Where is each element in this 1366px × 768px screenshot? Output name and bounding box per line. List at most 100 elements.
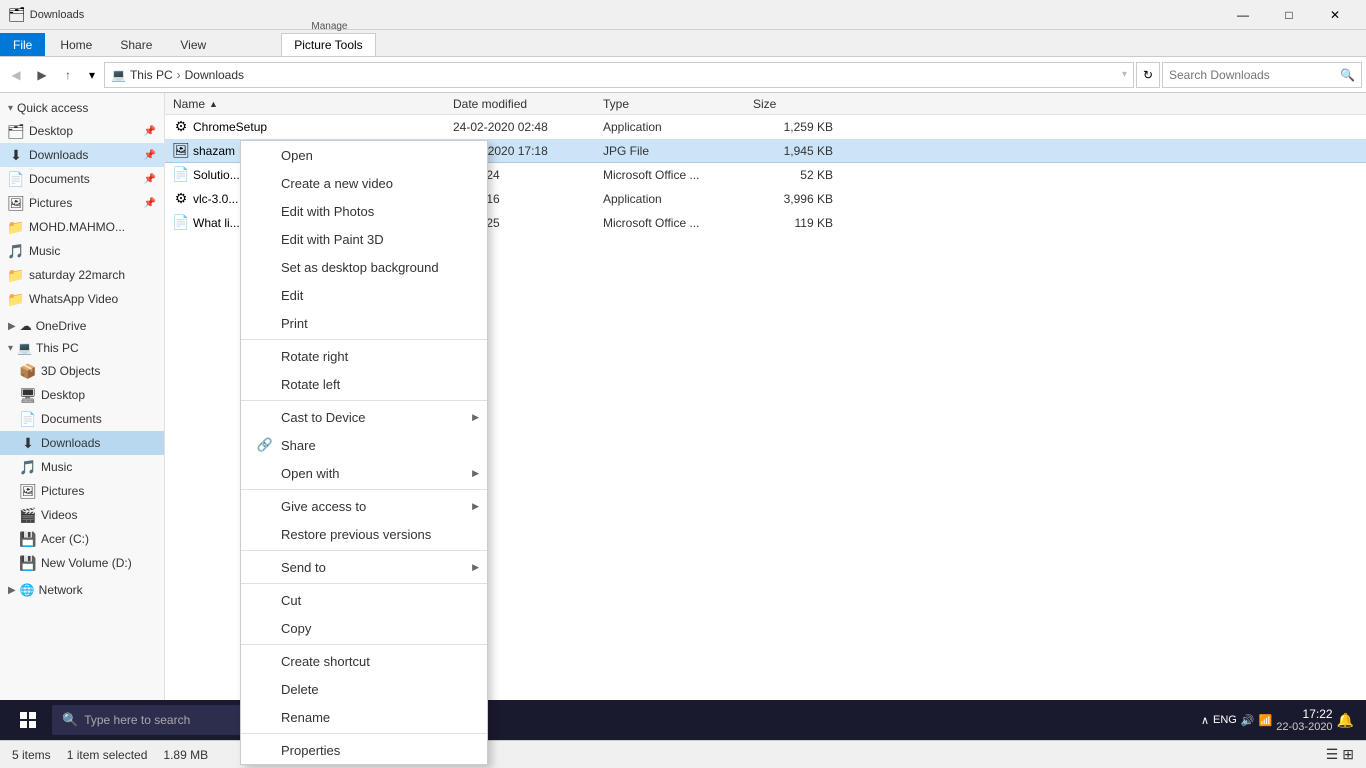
ctx-delete[interactable]: Delete	[241, 675, 487, 703]
quick-access-header[interactable]: ▾ Quick access	[0, 97, 164, 119]
tab-picture-tools[interactable]: Picture Tools	[281, 33, 375, 56]
col-type-header[interactable]: Type	[603, 97, 753, 111]
path-dropdown-arrow[interactable]: ▾	[1122, 69, 1127, 80]
sidebar-item-whatsapp[interactable]: 📁 WhatsApp Video	[0, 287, 164, 311]
ctx-cut[interactable]: Cut	[241, 586, 487, 614]
mohd-icon: 📁	[8, 219, 24, 235]
sidebar-item-saturday[interactable]: 📁 saturday 22march	[0, 263, 164, 287]
sidebar-item-downloads-quick[interactable]: ⬇ Downloads 📌	[0, 143, 164, 167]
ctx-print[interactable]: Print	[241, 309, 487, 337]
col-name-header[interactable]: Name ▲	[173, 97, 453, 111]
ctx-give-access[interactable]: Give access to	[241, 492, 487, 520]
3dobjects-icon: 📦	[20, 363, 36, 379]
sidebar-item-downloads-pc[interactable]: ⬇ Downloads	[0, 431, 164, 455]
ctx-set-desktop-icon	[257, 259, 273, 275]
sidebar-item-music[interactable]: 🎵 Music	[0, 239, 164, 263]
ctx-edit-paint[interactable]: Edit with Paint 3D	[241, 225, 487, 253]
ctx-share[interactable]: 🔗 Share	[241, 431, 487, 459]
ctx-restore-versions[interactable]: Restore previous versions	[241, 520, 487, 548]
documents-quick-icon: 📄	[8, 171, 24, 187]
desktop-quick-icon: 🗂	[8, 123, 24, 139]
thispc-label: This PC	[36, 341, 79, 355]
taskbar-search[interactable]: 🔍 Type here to search	[52, 705, 272, 735]
onedrive-header[interactable]: ▶ ☁ OneDrive	[0, 315, 164, 337]
path-downloads[interactable]: Downloads	[185, 68, 244, 82]
close-button[interactable]: ✕	[1312, 0, 1358, 30]
ctx-properties[interactable]: Properties	[241, 736, 487, 764]
tab-share[interactable]: Share	[107, 33, 165, 56]
ctx-copy-icon	[257, 620, 273, 636]
maximize-button[interactable]: □	[1266, 0, 1312, 30]
tab-home[interactable]: Home	[47, 33, 105, 56]
ctx-create-shortcut[interactable]: Create shortcut	[241, 647, 487, 675]
sidebar-item-pictures-pc[interactable]: 🖼 Pictures	[0, 479, 164, 503]
notification-icon[interactable]: 🔔	[1337, 712, 1354, 729]
sidebar-item-documents-pc[interactable]: 📄 Documents	[0, 407, 164, 431]
search-input[interactable]	[1169, 68, 1336, 82]
minimize-button[interactable]: —	[1220, 0, 1266, 30]
sidebar-item-music-pc[interactable]: 🎵 Music	[0, 455, 164, 479]
taskbar-volume-icon[interactable]: 🔊	[1241, 714, 1255, 727]
ctx-send-to[interactable]: Send to	[241, 553, 487, 581]
path-icon: 💻	[111, 68, 126, 82]
ribbon-manage-label: Manage	[307, 20, 351, 33]
taskbar-up-arrow[interactable]: ∧	[1201, 714, 1209, 727]
address-path[interactable]: 💻 This PC › Downloads ▾	[104, 62, 1134, 88]
thispc-header[interactable]: ▾ 💻 This PC	[0, 337, 164, 359]
taskbar-network-icon[interactable]: 📶	[1259, 714, 1273, 727]
sidebar-item-pictures-quick[interactable]: 🖼 Pictures 📌	[0, 191, 164, 215]
sidebar-item-desktop-pc[interactable]: 🖥 Desktop	[0, 383, 164, 407]
taskbar-search-label: Type here to search	[84, 713, 190, 727]
sidebar-item-newvolume[interactable]: 💾 New Volume (D:)	[0, 551, 164, 575]
file-icon-shazam: 🖼	[173, 143, 189, 159]
sidebar-item-acer[interactable]: 💾 Acer (C:)	[0, 527, 164, 551]
refresh-button[interactable]: ↻	[1136, 62, 1160, 88]
forward-button[interactable]: ▶	[30, 63, 54, 87]
sidebar-item-3dobjects[interactable]: 📦 3D Objects	[0, 359, 164, 383]
tab-view[interactable]: View	[167, 33, 219, 56]
ctx-set-desktop[interactable]: Set as desktop background	[241, 253, 487, 281]
recent-button[interactable]: ▾	[82, 65, 102, 85]
ctx-edit[interactable]: Edit	[241, 281, 487, 309]
music-icon: 🎵	[8, 243, 24, 259]
network-header[interactable]: ▶ 🌐 Network	[0, 579, 164, 601]
list-view-button[interactable]: ☰	[1326, 746, 1339, 763]
search-box[interactable]: 🔍	[1162, 62, 1362, 88]
col-size-header[interactable]: Size	[753, 97, 833, 111]
status-bar: 5 items 1 item selected 1.89 MB ☰ ⊞	[0, 740, 1366, 768]
file-row[interactable]: ⚙ ChromeSetup 24-02-2020 02:48 Applicati…	[165, 115, 1366, 139]
ctx-divider-7	[241, 733, 487, 734]
pin-icon: 📌	[144, 126, 156, 137]
pictures-quick-icon: 🖼	[8, 195, 24, 211]
back-button[interactable]: ◀	[4, 63, 28, 87]
title-bar: 🗂 Downloads — □ ✕	[0, 0, 1366, 30]
up-button[interactable]: ↑	[56, 63, 80, 87]
address-bar: ◀ ▶ ↑ ▾ 💻 This PC › Downloads ▾ ↻ 🔍	[0, 57, 1366, 93]
start-button[interactable]	[4, 700, 52, 740]
sidebar-item-mohd[interactable]: 📁 MOHD.MAHMO...	[0, 215, 164, 239]
sidebar-item-documents-quick[interactable]: 📄 Documents 📌	[0, 167, 164, 191]
desktop-pc-icon: 🖥	[20, 387, 36, 403]
grid-view-button[interactable]: ⊞	[1342, 746, 1354, 763]
ctx-edit-photos[interactable]: Edit with Photos	[241, 197, 487, 225]
ctx-rotate-right[interactable]: Rotate right	[241, 342, 487, 370]
col-date-header[interactable]: Date modified	[453, 97, 603, 111]
sidebar-item-desktop-quick[interactable]: 🗂 Desktop 📌	[0, 119, 164, 143]
file-icon-what: 📄	[173, 215, 189, 231]
selected-count: 1 item selected	[67, 748, 148, 762]
path-thispc[interactable]: This PC	[130, 68, 173, 82]
taskbar-clock[interactable]: 17:22 22-03-2020	[1276, 707, 1332, 733]
ctx-rotate-left[interactable]: Rotate left	[241, 370, 487, 398]
taskbar-search-icon: 🔍	[62, 712, 78, 728]
ctx-open[interactable]: Open	[241, 141, 487, 169]
ctx-create-video-icon	[257, 175, 273, 191]
tab-file[interactable]: File	[0, 33, 45, 56]
ctx-delete-icon	[257, 681, 273, 697]
sidebar-item-videos-pc[interactable]: 🎬 Videos	[0, 503, 164, 527]
ctx-rename[interactable]: Rename	[241, 703, 487, 731]
ctx-cast[interactable]: Cast to Device	[241, 403, 487, 431]
ctx-create-video[interactable]: Create a new video	[241, 169, 487, 197]
acer-icon: 💾	[20, 531, 36, 547]
ctx-copy[interactable]: Copy	[241, 614, 487, 642]
ctx-open-with[interactable]: Open with	[241, 459, 487, 487]
